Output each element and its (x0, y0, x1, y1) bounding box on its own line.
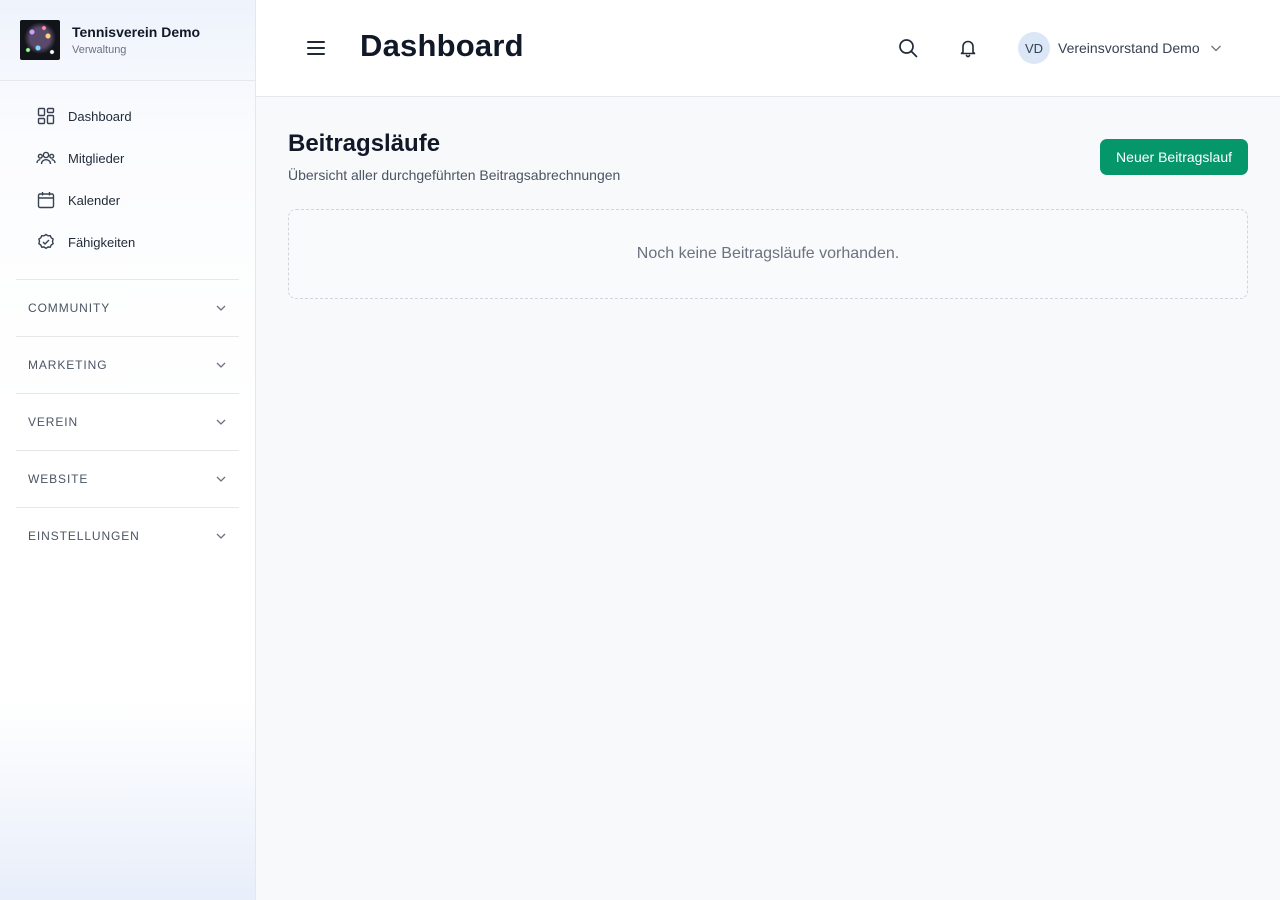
sidebar-section-website[interactable]: WEBSITE (16, 450, 239, 507)
user-menu[interactable]: VD Vereinsvorstand Demo (1018, 32, 1222, 64)
sidebar-section-marketing[interactable]: MARKETING (16, 336, 239, 393)
chevron-down-icon (216, 305, 226, 311)
sidebar-item-mitglieder[interactable]: Mitglieder (0, 137, 255, 179)
sidebar-sections: COMMUNITY MARKETING VEREIN WEBSITE EINST… (0, 279, 255, 564)
sidebar-item-label: Fähigkeiten (68, 234, 136, 250)
user-name: Vereinsvorstand Demo (1058, 40, 1200, 56)
page-subtitle: Übersicht aller durchgeführten Beitragsa… (288, 167, 621, 183)
section-label: VEREIN (28, 415, 79, 429)
section-label: COMMUNITY (28, 301, 111, 315)
empty-state-text: Noch keine Beitragsläufe vorhanden. (636, 245, 900, 262)
brand-title: Tennisverein Demo (72, 24, 201, 40)
calendar-icon (36, 190, 56, 210)
top-header: Dashboard VD Vereinsvorstand Demo (256, 0, 1280, 97)
sidebar-item-label: Dashboard (68, 108, 132, 124)
avatar: VD (1018, 32, 1050, 64)
brand-text: Tennisverein Demo Verwaltung (72, 23, 200, 57)
hamburger-menu-icon[interactable] (304, 36, 328, 60)
app: Tennisverein Demo Verwaltung Dashboard M… (0, 0, 1280, 900)
empty-state: Noch keine Beitragsläufe vorhanden. (288, 209, 1248, 299)
sidebar-item-label: Kalender (68, 192, 121, 208)
sidebar-item-label: Mitglieder (68, 150, 125, 166)
search-icon[interactable] (897, 37, 919, 59)
sidebar-item-kalender[interactable]: Kalender (0, 179, 255, 221)
check-circle-icon (36, 232, 56, 252)
section-label: WEBSITE (28, 472, 89, 486)
chevron-down-icon (1210, 45, 1221, 52)
header-title: Dashboard (360, 28, 524, 63)
bell-icon[interactable] (957, 37, 979, 59)
sidebar-section-verein[interactable]: VEREIN (16, 393, 239, 450)
users-icon (36, 148, 56, 168)
new-contribution-run-button[interactable]: Neuer Beitragslauf (1100, 139, 1248, 175)
club-logo (20, 20, 60, 60)
brand[interactable]: Tennisverein Demo Verwaltung (0, 0, 255, 81)
chevron-down-icon (216, 419, 226, 425)
sidebar: Tennisverein Demo Verwaltung Dashboard M… (0, 0, 256, 900)
sidebar-nav: Dashboard Mitglieder Kalender Fähigkeite… (0, 81, 255, 263)
sidebar-item-faehigkeiten[interactable]: Fähigkeiten (0, 221, 255, 263)
section-label: MARKETING (28, 358, 108, 372)
section-label: EINSTELLUNGEN (28, 529, 140, 543)
chevron-down-icon (216, 533, 226, 539)
chevron-down-icon (216, 362, 226, 368)
sidebar-section-community[interactable]: COMMUNITY (16, 279, 239, 336)
dashboard-grid-icon (36, 106, 56, 126)
page-title: Beitragsläufe (288, 130, 441, 157)
sidebar-section-einstellungen[interactable]: EINSTELLUNGEN (16, 507, 239, 564)
sidebar-item-dashboard[interactable]: Dashboard (0, 95, 255, 137)
brand-subtitle: Verwaltung (72, 44, 127, 56)
chevron-down-icon (216, 476, 226, 482)
